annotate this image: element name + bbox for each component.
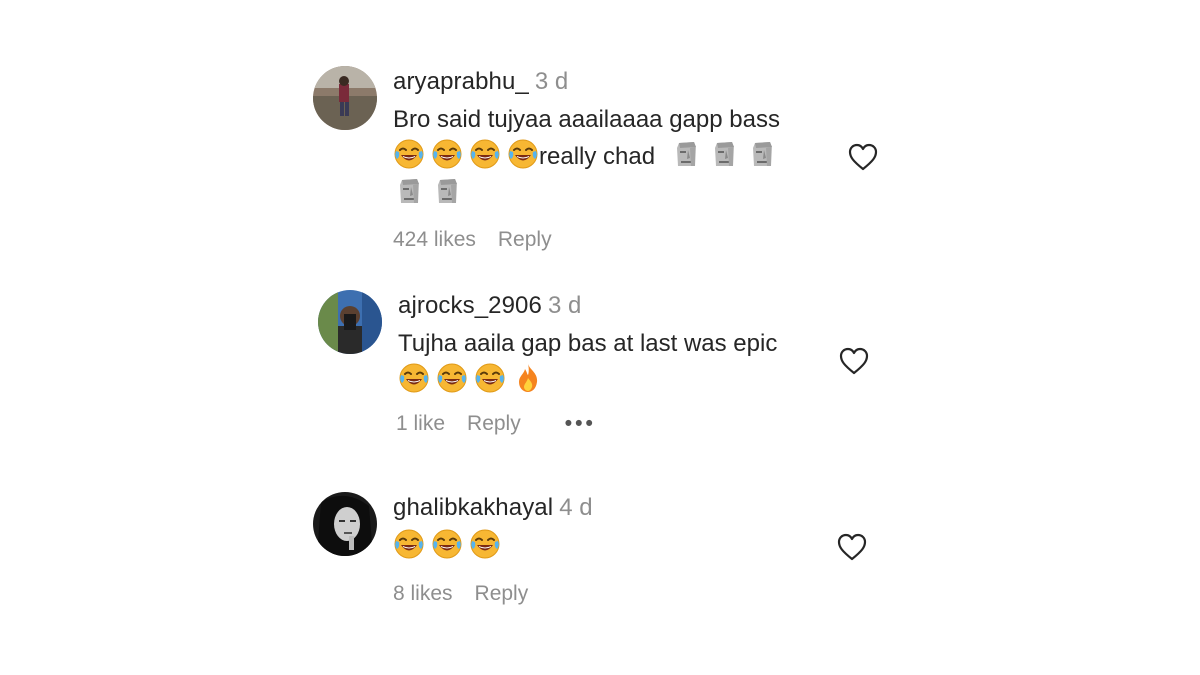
- username[interactable]: aryaprabhu_: [393, 68, 529, 95]
- heart-outline-icon[interactable]: [847, 142, 879, 172]
- likes-count[interactable]: 424 likes: [393, 228, 476, 252]
- face-with-tears-of-joy-icon: [474, 362, 506, 394]
- face-with-tears-of-joy-icon: [469, 138, 501, 170]
- comment-actions: 424 likes Reply: [393, 228, 552, 252]
- avatar[interactable]: [313, 66, 377, 130]
- heart-outline-icon[interactable]: [838, 346, 870, 376]
- reply-button[interactable]: Reply: [467, 412, 521, 436]
- comment-text-fragment: really chad: [539, 143, 656, 170]
- comment-item: ajrocks_2906 3 d Tujha aaila gap bas at l…: [318, 290, 918, 450]
- comment-text-line: Bro said tujyaa aaailaaaa gapp bass: [393, 106, 780, 133]
- timestamp[interactable]: 3 d: [548, 292, 581, 319]
- face-with-tears-of-joy-icon: [393, 528, 425, 560]
- comment-text-line: [398, 362, 777, 399]
- likes-count[interactable]: 1 like: [396, 412, 445, 436]
- comment-text-line: really chad: [393, 138, 784, 175]
- comment-actions: 1 like Reply •••: [396, 412, 596, 436]
- comment-item: aryaprabhu_ 3 d Bro said tujyaa aaailaaaa…: [313, 66, 913, 266]
- username[interactable]: ghalibkakhayal: [393, 494, 553, 521]
- face-with-tears-of-joy-icon: [393, 138, 425, 170]
- face-with-tears-of-joy-icon: [436, 362, 468, 394]
- avatar[interactable]: [313, 492, 377, 556]
- reply-button[interactable]: Reply: [475, 582, 529, 606]
- face-with-tears-of-joy-icon: [469, 528, 501, 560]
- comment-actions: 8 likes Reply: [393, 582, 528, 606]
- comment-text-line: [393, 528, 593, 565]
- avatar[interactable]: [318, 290, 382, 354]
- face-with-tears-of-joy-icon: [507, 138, 539, 170]
- comment-text: [393, 528, 593, 565]
- face-with-tears-of-joy-icon: [431, 528, 463, 560]
- face-with-tears-of-joy-icon: [431, 138, 463, 170]
- moai-icon: [746, 138, 778, 170]
- timestamp[interactable]: 3 d: [535, 68, 568, 95]
- comment-text: Bro said tujyaa aaailaaaa gapp bass real…: [393, 102, 784, 212]
- reply-button[interactable]: Reply: [498, 228, 552, 252]
- fire-icon: [512, 362, 544, 394]
- username[interactable]: ajrocks_2906: [398, 292, 542, 319]
- moai-icon: [708, 138, 740, 170]
- more-options-icon[interactable]: •••: [565, 412, 596, 436]
- comment-text: Tujha aaila gap bas at last was epic: [398, 326, 777, 399]
- comment-text-line: Tujha aaila gap bas at last was epic: [398, 330, 778, 357]
- face-with-tears-of-joy-icon: [398, 362, 430, 394]
- likes-count[interactable]: 8 likes: [393, 582, 453, 606]
- moai-icon: [431, 175, 463, 207]
- moai-icon: [393, 175, 425, 207]
- moai-icon: [670, 138, 702, 170]
- comment-text-line: [393, 175, 784, 212]
- timestamp[interactable]: 4 d: [559, 494, 592, 521]
- comment-item: ghalibkakhayal 4 d 8 likes Reply: [313, 492, 913, 612]
- heart-outline-icon[interactable]: [836, 532, 868, 562]
